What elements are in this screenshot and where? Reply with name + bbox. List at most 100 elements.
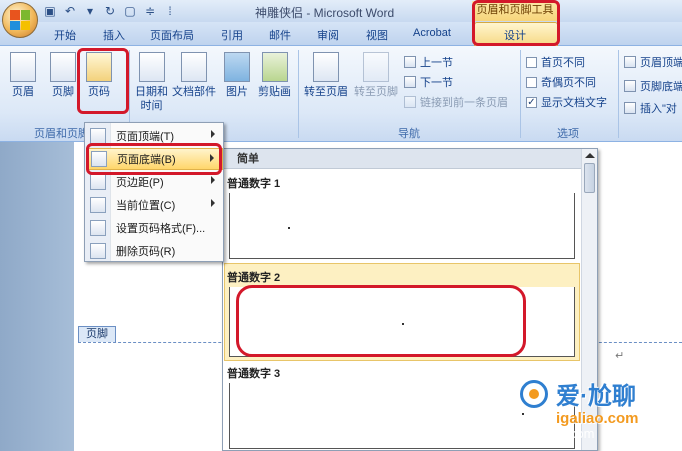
insert-alignment-tab-button[interactable]: 插入"对 <box>624 100 677 116</box>
gallery-item-plain-number-2[interactable] <box>229 287 575 357</box>
page-number-dot <box>288 227 290 229</box>
dropdown-icon[interactable]: ▾ <box>82 4 98 18</box>
top-of-page-icon <box>90 128 106 144</box>
group-separator <box>618 50 619 138</box>
page-number-dot <box>402 323 404 325</box>
document-left-margin <box>0 142 80 451</box>
scroll-up-icon[interactable] <box>585 153 595 158</box>
menu-item-label: 删除页码(R) <box>116 246 176 258</box>
clip-art-button[interactable]: 剪贴画 <box>258 52 291 99</box>
page-margins-icon <box>90 174 106 190</box>
goto-footer-button[interactable]: 转至页脚 <box>354 52 398 99</box>
prev-section-icon <box>404 56 416 68</box>
tab-references[interactable]: 引用 <box>221 27 243 43</box>
group-label-navigation: 导航 <box>398 128 420 140</box>
footer-button-label: 页脚 <box>52 86 74 98</box>
picture-button[interactable]: 图片 <box>224 52 250 99</box>
gallery-heading: 简单 <box>223 149 597 169</box>
next-section-button[interactable]: 下一节 <box>404 74 453 90</box>
footer-position-field[interactable]: 页脚底端 <box>624 78 682 94</box>
paragraph-mark: ↵ <box>615 350 625 362</box>
prev-section-label: 上一节 <box>420 57 453 69</box>
tab-mailings[interactable]: 邮件 <box>269 27 291 43</box>
footer-button[interactable]: 页脚 <box>50 52 76 99</box>
date-time-label: 日期和 时间 <box>135 86 168 112</box>
menu-item-top-of-page[interactable]: 页面顶端(T) <box>86 125 223 147</box>
prev-section-button[interactable]: 上一节 <box>404 54 453 70</box>
office-logo-icon <box>10 10 30 30</box>
group-label-options: 选项 <box>557 128 579 140</box>
picture-icon <box>224 52 250 82</box>
clip-art-label: 剪贴画 <box>258 86 291 98</box>
header-position-icon <box>624 56 636 68</box>
footer-position-label: 页脚底端 <box>640 81 682 93</box>
quick-parts-icon <box>181 52 207 82</box>
gallery-item-title: 普通数字 2 <box>227 272 281 284</box>
window-title: 神雕侠侣 - Microsoft Word <box>255 6 395 20</box>
page-number-menu: 页面顶端(T) 页面底端(B) 页边距(P) 当前位置(C) 设置页码格式(F)… <box>84 122 224 262</box>
calendar-icon <box>138 52 165 82</box>
watermark-url-secondary: qk5ulu.com <box>528 426 595 441</box>
page-number-icon <box>86 52 112 82</box>
footer-icon <box>50 52 76 82</box>
footer-region-tag: 页脚 <box>78 326 116 342</box>
goto-header-button[interactable]: 转至页眉 <box>304 52 348 99</box>
group-separator <box>520 50 521 138</box>
link-icon <box>404 96 416 108</box>
office-button[interactable] <box>2 2 38 38</box>
page-number-dot <box>522 413 524 415</box>
menu-item-page-margins[interactable]: 页边距(P) <box>86 171 223 193</box>
save-icon[interactable]: ▣ <box>42 4 58 18</box>
tab-page-layout[interactable]: 页面布局 <box>150 27 194 43</box>
date-time-button[interactable]: 日期和 时间 <box>135 52 168 113</box>
footer-position-icon <box>624 80 636 92</box>
link-previous-button[interactable]: 链接到前一条页眉 <box>404 94 508 110</box>
odd-even-different-checkbox[interactable]: 奇偶页不同 <box>526 74 596 90</box>
gallery-item-plain-number-1[interactable] <box>229 193 575 259</box>
header-button[interactable]: 页眉 <box>10 52 36 99</box>
header-position-field[interactable]: 页眉顶端 <box>624 54 682 70</box>
menu-item-bottom-of-page[interactable]: 页面底端(B) <box>86 148 223 170</box>
menu-item-current-position[interactable]: 当前位置(C) <box>86 194 223 216</box>
menu-item-remove-page-numbers[interactable]: 删除页码(R) <box>86 240 223 262</box>
undo-icon[interactable]: ↶ <box>62 4 78 18</box>
clip-art-icon <box>261 52 288 82</box>
submenu-arrow-icon <box>211 199 215 207</box>
bottom-of-page-icon <box>91 151 107 167</box>
current-position-icon <box>90 197 106 213</box>
watermark-url: igaliao.com <box>556 410 639 427</box>
format-page-number-icon <box>90 220 106 236</box>
gallery-item-title: 普通数字 3 <box>227 368 281 380</box>
scroll-thumb[interactable] <box>584 163 595 193</box>
page-number-button-label: 页码 <box>88 86 110 98</box>
menu-item-label: 页面顶端(T) <box>116 131 175 143</box>
odd-even-label: 奇偶页不同 <box>541 77 596 89</box>
remove-page-number-icon <box>90 243 106 259</box>
group-separator <box>298 50 299 138</box>
quick-parts-button[interactable]: 文档部件 <box>172 52 216 99</box>
menu-item-label: 页边距(P) <box>116 177 164 189</box>
show-document-text-checkbox[interactable]: ✓ 显示文档文字 <box>526 94 607 110</box>
new-doc-icon[interactable]: ▢ <box>122 4 138 18</box>
checkbox-box <box>526 56 537 68</box>
quick-parts-label: 文档部件 <box>172 86 216 98</box>
link-previous-label: 链接到前一条页眉 <box>420 97 508 109</box>
tab-review[interactable]: 审阅 <box>317 27 339 43</box>
menu-item-format-page-numbers[interactable]: 设置页码格式(F)... <box>86 217 223 239</box>
redo-icon[interactable]: ↻ <box>102 4 118 18</box>
tab-design[interactable]: 设计 <box>504 27 526 43</box>
tab-home[interactable]: 开始 <box>54 27 76 43</box>
header-button-label: 页眉 <box>12 86 34 98</box>
page-number-button[interactable]: 页码 <box>86 52 112 99</box>
tab-insert[interactable]: 插入 <box>103 27 125 43</box>
checkbox-checked-icon: ✓ <box>526 96 537 108</box>
customize-icon[interactable]: ≑ <box>142 4 158 18</box>
first-page-different-checkbox[interactable]: 首页不同 <box>526 54 585 70</box>
header-icon <box>10 52 36 82</box>
group-label-header-footer: 页眉和页脚 <box>34 128 89 140</box>
menu-item-label: 页面底端(B) <box>117 154 176 166</box>
tab-acrobat[interactable]: Acrobat <box>413 27 451 39</box>
menu-item-label: 当前位置(C) <box>116 200 176 212</box>
tab-view[interactable]: 视图 <box>366 27 388 43</box>
qat-menu-icon[interactable]: ⁞ <box>162 4 178 18</box>
